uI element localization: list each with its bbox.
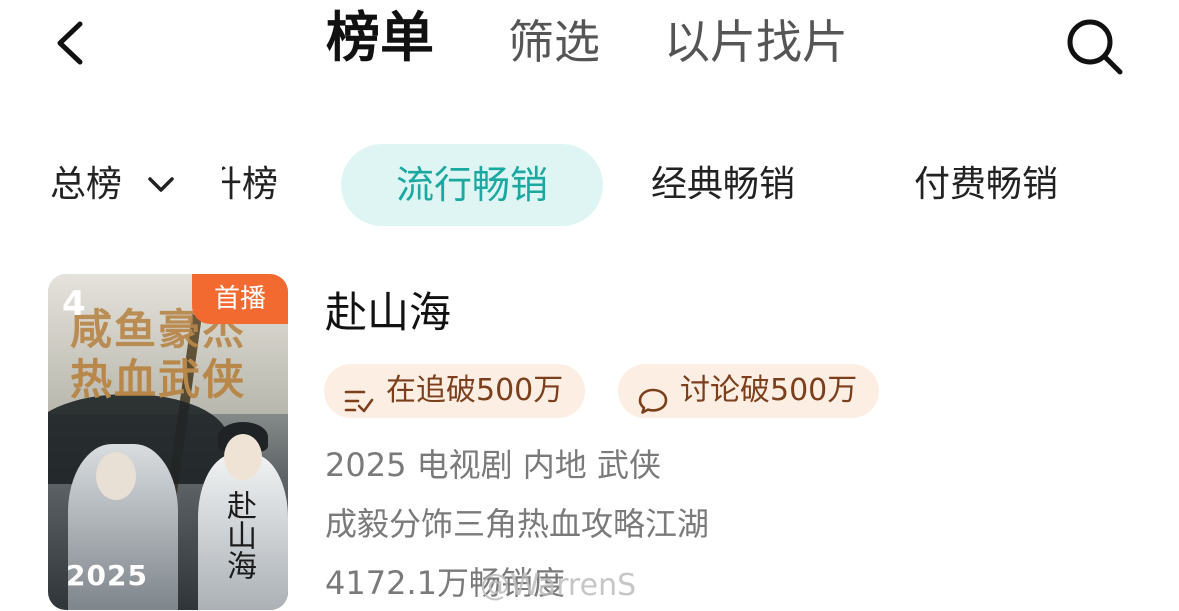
tab-ranking[interactable]: 榜单 <box>326 8 434 68</box>
subtab-classic-bestseller[interactable]: 经典畅销 <box>651 162 795 208</box>
poster-face-left <box>96 452 136 500</box>
back-icon[interactable] <box>48 18 98 68</box>
poster-year: 2025 <box>66 559 148 592</box>
ranking-subtabs: 总榜 升榜 流行畅销 经典畅销 付费畅销 <box>0 140 1179 230</box>
subtab-rising[interactable]: 升榜 <box>222 162 292 208</box>
drama-poster[interactable]: 咸鱼豪杰 热血武侠 赴山海 4 首播 2025 <box>48 274 288 610</box>
poster-face-right <box>224 434 262 480</box>
discussion-count-tag: 讨论破500万 <box>618 364 880 418</box>
follow-count-tag: 在追破500万 <box>324 364 586 418</box>
chevron-down-icon[interactable] <box>146 173 176 197</box>
subtab-overall[interactable]: 总榜 <box>50 162 122 208</box>
comment-bubble-icon <box>638 378 668 414</box>
follow-count-label: 在追破500万 <box>386 373 564 408</box>
subtab-popular-label: 流行畅销 <box>395 163 548 207</box>
top-nav: 榜单 筛选 以片找片 <box>0 0 1179 100</box>
subtab-rising-label: 升榜 <box>222 164 279 205</box>
tab-filter[interactable]: 筛选 <box>508 12 600 72</box>
discussion-count-label: 讨论破500万 <box>680 373 858 408</box>
search-icon[interactable] <box>1062 14 1128 80</box>
rank-number: 4 <box>62 284 86 324</box>
subtab-popular-bestseller[interactable]: 流行畅销 <box>341 144 603 226</box>
premiere-badge: 首播 <box>192 274 288 324</box>
tab-find-by-clip[interactable]: 以片找片 <box>664 12 848 72</box>
watermark: @WarrenS <box>480 568 637 603</box>
follow-list-icon <box>344 378 374 413</box>
drama-description: 成毅分饰三角热血攻略江湖 <box>325 505 710 543</box>
poster-calligraphy: 赴山海 <box>221 490 256 580</box>
drama-meta: 2025 电视剧 内地 武侠 <box>325 446 661 484</box>
poster-title-line2: 热血武侠 <box>70 355 247 404</box>
subtab-paid-bestseller[interactable]: 付费畅销 <box>914 162 1058 208</box>
drama-title[interactable]: 赴山海 <box>325 286 451 340</box>
